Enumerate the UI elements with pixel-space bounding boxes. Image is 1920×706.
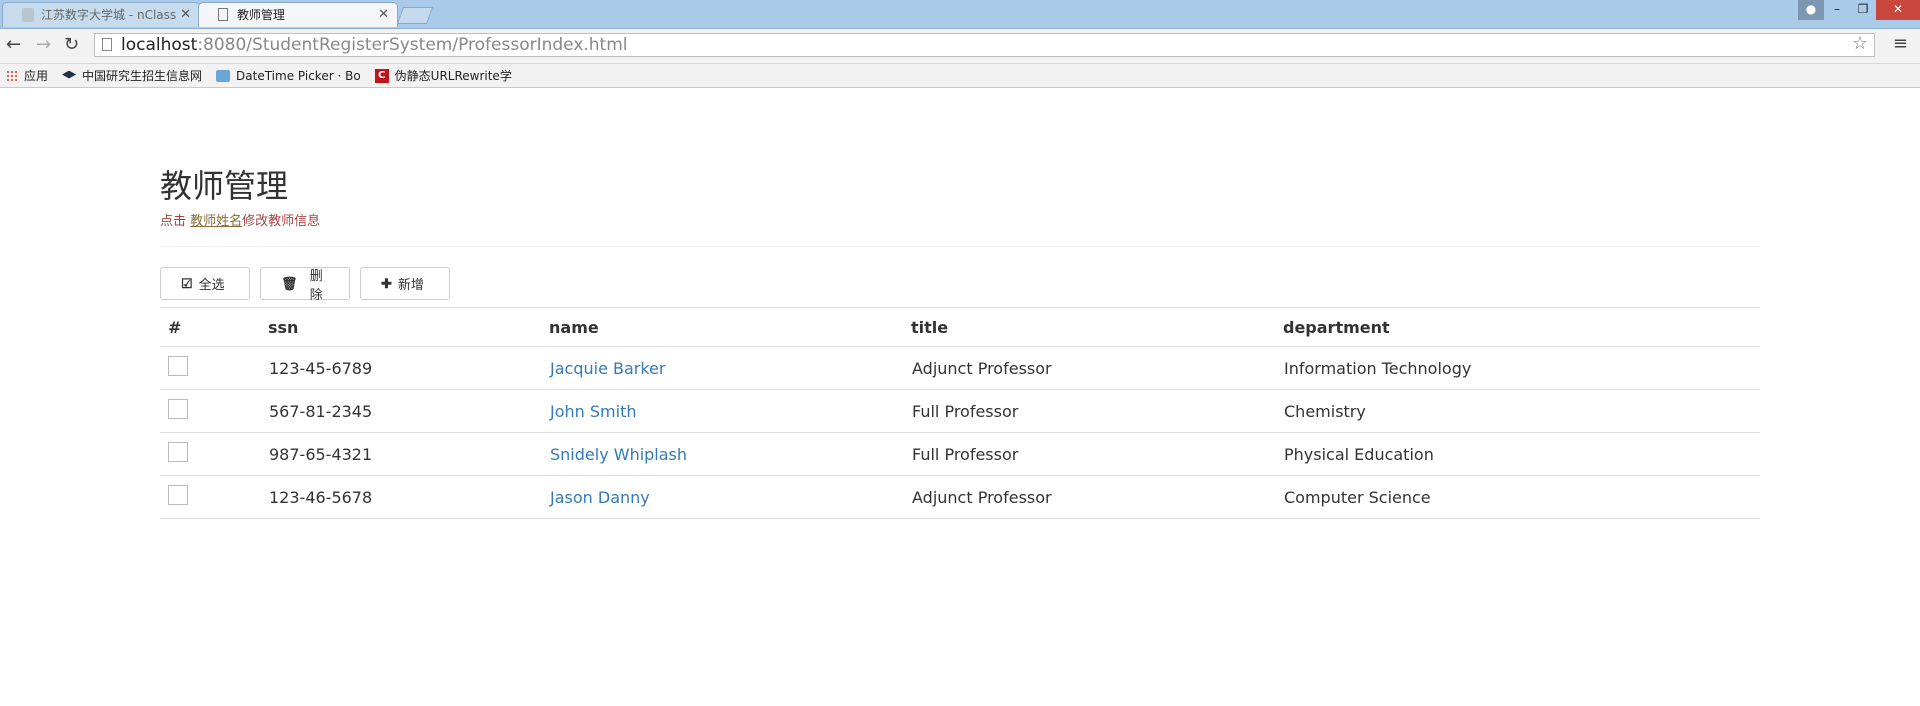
cell-ssn: 123-46-5678 [268, 475, 549, 519]
plus-icon: ✚ [381, 275, 392, 291]
row-checkbox[interactable] [168, 356, 188, 376]
restore-icon[interactable]: ❐ [1850, 0, 1876, 20]
professor-name-link[interactable]: Jason Danny [550, 488, 650, 507]
hint-prefix: 点击 [160, 214, 187, 229]
bookmark-label: 中国研究生招生信息网 [82, 69, 203, 83]
bookmark-label: DateTime Picker · Bo [236, 68, 361, 83]
c-logo-icon: C [374, 68, 389, 83]
forward-arrow-icon[interactable]: → [36, 34, 51, 55]
bookmark-label: 伪静态URLRewrite学 [394, 69, 512, 83]
delete-label: 删除 [309, 267, 323, 302]
tab-title: 江苏数字大学城 - nClass [41, 8, 177, 22]
bookmarks-bar: 应用 中国研究生招生信息网 DateTime Picker · Bo C 伪静态… [0, 64, 1920, 88]
professor-table: # ssn name title department 123-45-6789 … [160, 307, 1760, 519]
tab-nclass[interactable]: 江苏数字大学城 - nClass ✕ [2, 2, 200, 27]
cell-ssn: 987-65-4321 [268, 432, 549, 476]
select-all-label: 全选 [198, 277, 225, 292]
header-index: # [160, 307, 268, 347]
cell-department: Physical Education [1283, 432, 1760, 476]
graduation-cap-icon [62, 70, 77, 79]
minimize-icon[interactable]: – [1824, 0, 1850, 20]
bookmark-urlrewrite[interactable]: C 伪静态URLRewrite学 [374, 67, 512, 84]
close-tab-icon[interactable]: ✕ [378, 3, 389, 27]
row-checkbox[interactable] [168, 485, 188, 505]
delete-button[interactable]: 🗑 删除 [260, 267, 350, 302]
bookmark-yanzhao[interactable]: 中国研究生招生信息网 [62, 67, 202, 84]
check-square-icon: ☑ [181, 275, 193, 291]
header-department: department [1283, 307, 1760, 347]
professor-name-link[interactable]: Jacquie Barker [550, 359, 665, 378]
close-tab-icon[interactable]: ✕ [180, 3, 191, 27]
cell-ssn: 123-45-6789 [268, 346, 549, 390]
row-checkbox[interactable] [168, 399, 188, 419]
select-all-button[interactable]: ☑ 全选 [160, 267, 250, 300]
table-row: 123-45-6789 Jacquie Barker Adjunct Profe… [160, 346, 1760, 390]
table-header-row: # ssn name title department [160, 307, 1760, 347]
url-host: localhost [121, 35, 198, 55]
cell-department: Chemistry [1283, 389, 1760, 433]
window-close-icon[interactable]: ✕ [1876, 0, 1920, 20]
bookmark-apps[interactable]: 应用 [6, 67, 48, 84]
page-title: 教师管理 [160, 167, 289, 205]
page-content: 教师管理 点击 教师姓名修改教师信息 ☑ 全选 🗑 删除 ✚ 新增 # ssn … [160, 164, 1760, 519]
table-row: 567-81-2345 John Smith Full Professor Ch… [160, 389, 1760, 433]
hint-suffix: 修改教师信息 [242, 214, 321, 229]
cell-department: Computer Science [1283, 475, 1760, 519]
action-toolbar: ☑ 全选 🗑 删除 ✚ 新增 [160, 267, 1760, 302]
cell-title: Adjunct Professor [911, 475, 1283, 519]
professor-name-link[interactable]: Snidely Whiplash [550, 445, 687, 464]
tab-strip: 江苏数字大学城 - nClass ✕ 教师管理 ✕ ● – ❐ ✕ [0, 0, 1920, 29]
table-row: 987-65-4321 Snidely Whiplash Full Profes… [160, 432, 1760, 476]
new-tab-button[interactable] [396, 7, 434, 24]
cell-title: Full Professor [911, 389, 1283, 433]
browser-toolbar: ← → ↻ localhost:8080/StudentRegisterSyst… [0, 29, 1920, 64]
bookmark-star-icon[interactable]: ☆ [1852, 33, 1868, 55]
header-name: name [549, 307, 911, 347]
address-bar[interactable]: localhost:8080/StudentRegisterSystem/Pro… [94, 33, 1875, 57]
bookmark-datetime-picker[interactable]: DateTime Picker · Bo [216, 69, 361, 83]
trash-icon: 🗑 [281, 275, 298, 291]
cell-title: Adjunct Professor [911, 346, 1283, 390]
add-button[interactable]: ✚ 新增 [360, 267, 450, 300]
bookmark-label: 应用 [24, 69, 49, 83]
cell-title: Full Professor [911, 432, 1283, 476]
menu-icon[interactable]: ≡ [1893, 33, 1908, 54]
back-arrow-icon[interactable]: ← [6, 34, 21, 55]
professor-name-link[interactable]: John Smith [550, 402, 636, 421]
tab-title: 教师管理 [237, 8, 286, 22]
page-icon [102, 38, 112, 51]
hint-highlight: 教师姓名 [190, 214, 243, 229]
url-path: :8080/StudentRegisterSystem/ProfessorInd… [197, 35, 628, 55]
datetime-icon [216, 69, 231, 82]
table-row: 123-46-5678 Jason Danny Adjunct Professo… [160, 475, 1760, 519]
cell-department: Information Technology [1283, 346, 1760, 390]
cell-ssn: 567-81-2345 [268, 389, 549, 433]
window-controls: ● – ❐ ✕ [1798, 0, 1920, 20]
reload-icon[interactable]: ↻ [64, 34, 79, 55]
row-checkbox[interactable] [168, 442, 188, 462]
apps-icon [6, 69, 18, 82]
page-hint: 点击 教师姓名修改教师信息 [160, 210, 1760, 229]
site-favicon-icon [22, 8, 34, 22]
page-icon [218, 8, 228, 21]
divider [160, 246, 1760, 247]
tab-professor-index[interactable]: 教师管理 ✕ [198, 2, 398, 27]
header-ssn: ssn [268, 307, 549, 347]
add-label: 新增 [397, 277, 424, 292]
user-icon[interactable]: ● [1798, 0, 1824, 20]
header-title: title [911, 307, 1283, 347]
